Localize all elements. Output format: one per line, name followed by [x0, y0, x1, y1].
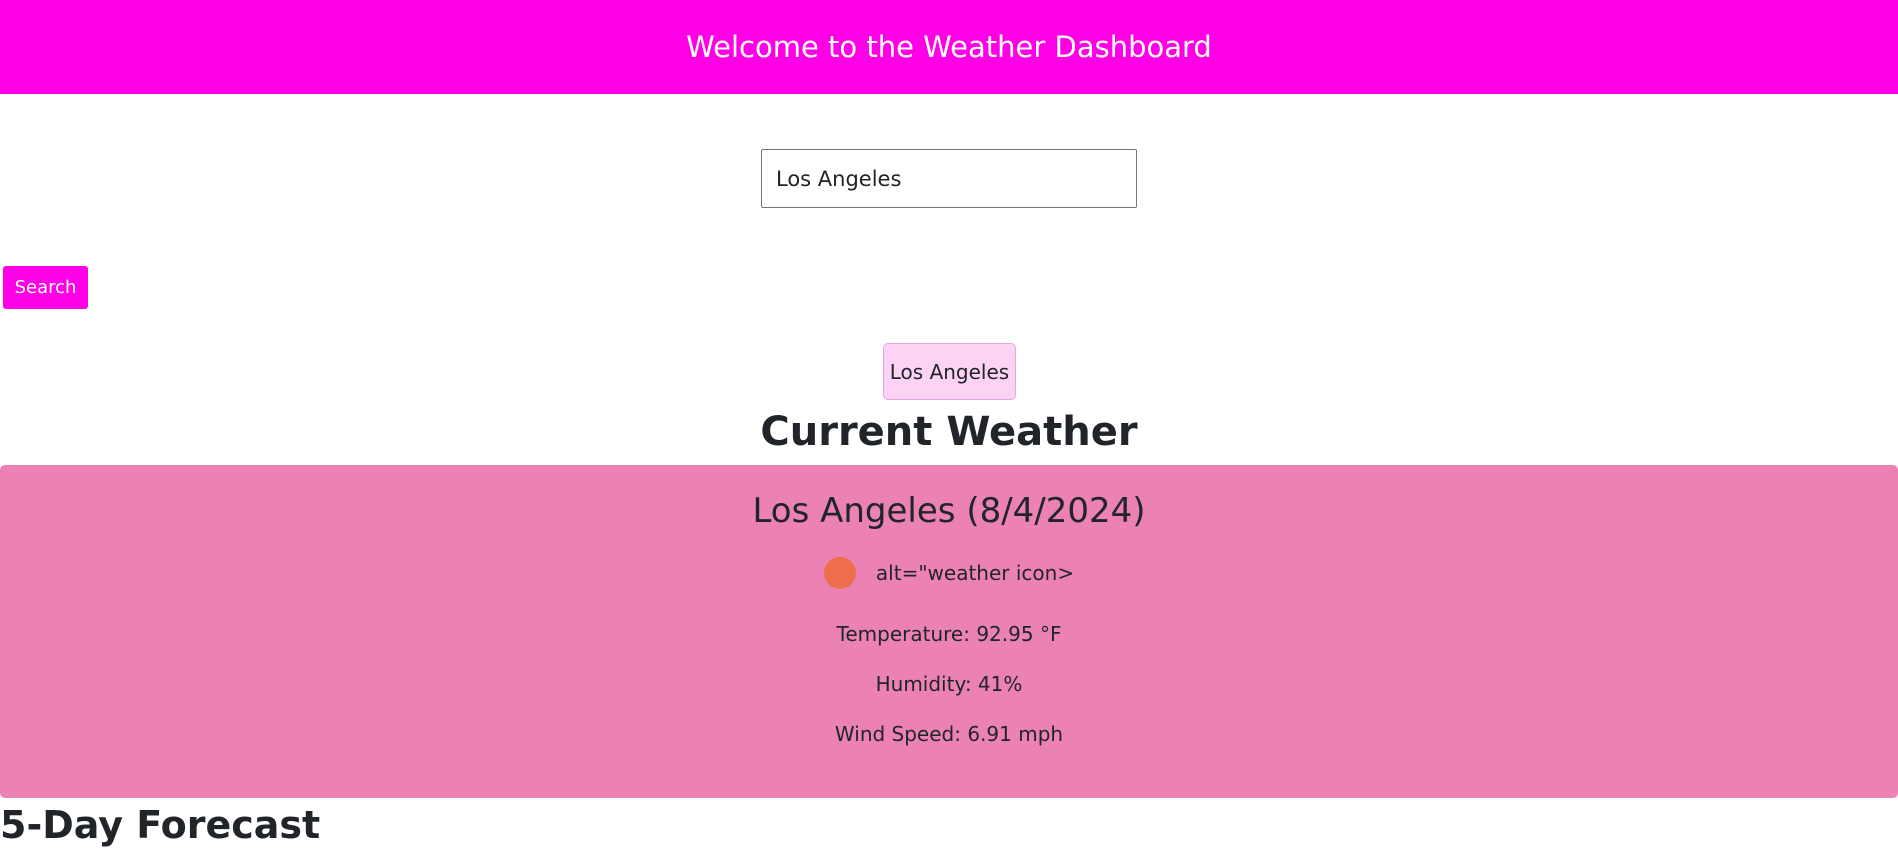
city-date-title: Los Angeles (8/4/2024) — [752, 491, 1146, 531]
weather-icon-alt-text: alt="weather icon> — [875, 561, 1075, 585]
page-header: Welcome to the Weather Dashboard — [0, 0, 1898, 94]
forecast-heading: 5-Day Forecast — [0, 803, 321, 847]
wind-speed-text: Wind Speed: 6.91 mph — [834, 722, 1064, 746]
weather-icon — [823, 557, 856, 589]
city-search-input[interactable] — [761, 149, 1137, 208]
weather-icon-row: alt="weather icon> — [0, 555, 1898, 591]
current-weather-card: Los Angeles (8/4/2024) alt="weather icon… — [0, 465, 1898, 798]
humidity-text: Humidity: 41% — [875, 672, 1023, 696]
temperature-text: Temperature: 92.95 °F — [836, 622, 1062, 646]
page-title: Welcome to the Weather Dashboard — [686, 30, 1212, 64]
search-button[interactable]: Search — [3, 266, 88, 309]
current-weather-heading: Current Weather — [760, 409, 1138, 455]
history-city-button[interactable]: Los Angeles — [883, 343, 1016, 400]
